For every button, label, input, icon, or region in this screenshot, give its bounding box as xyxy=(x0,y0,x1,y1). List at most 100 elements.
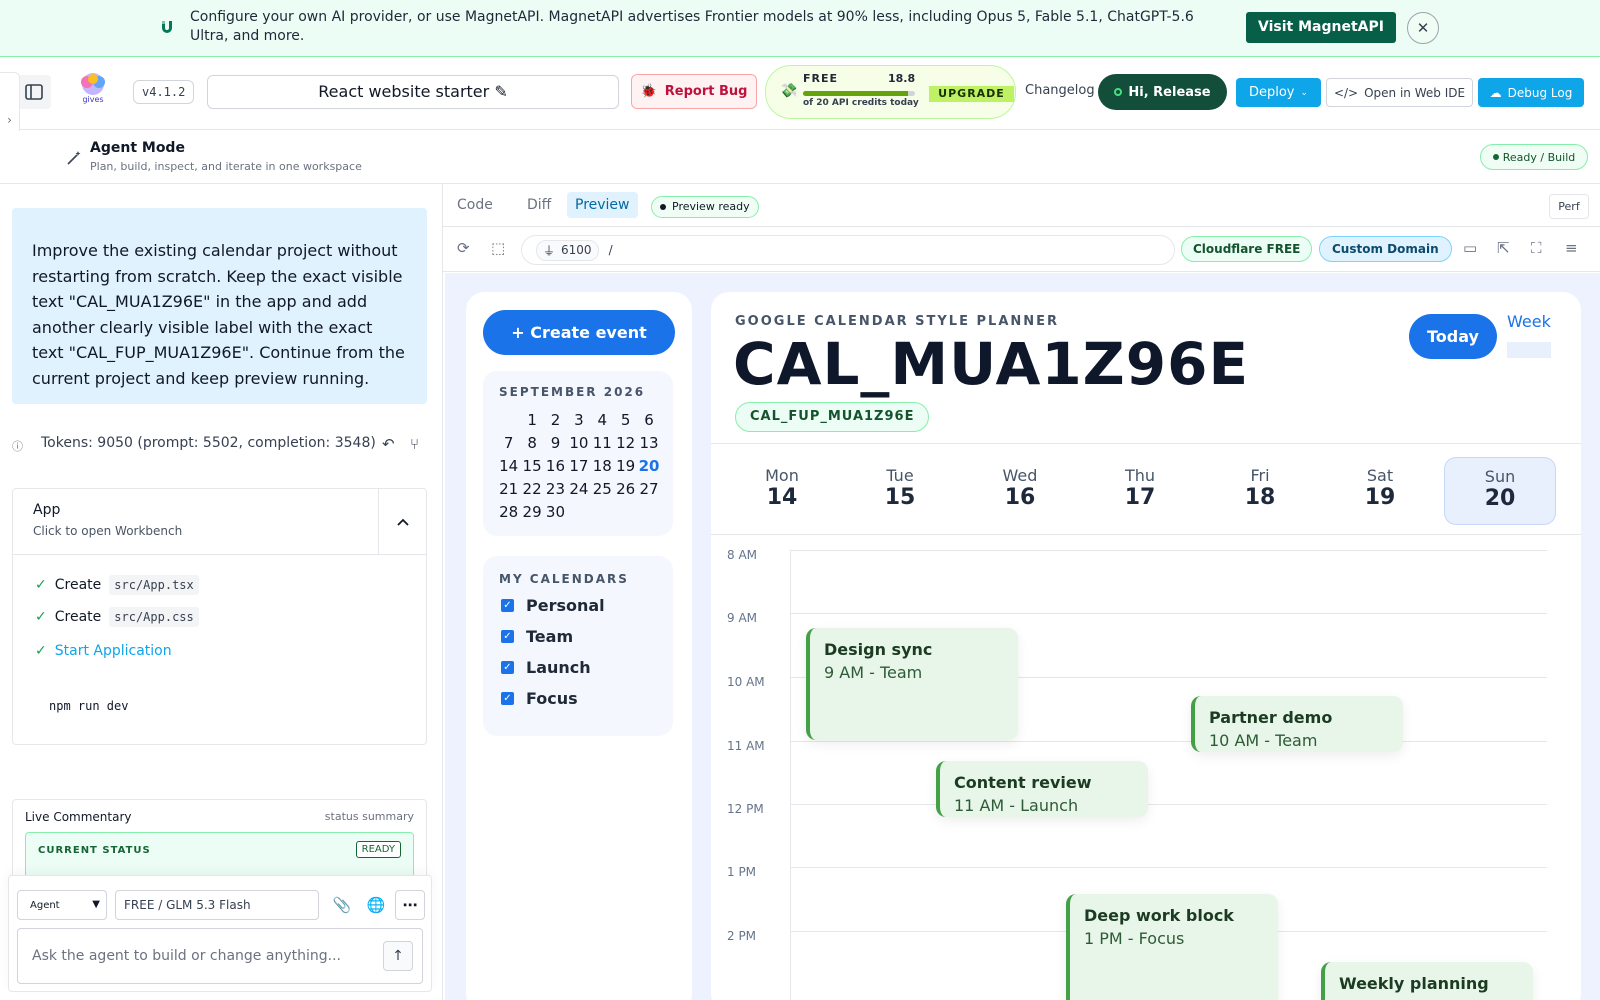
project-name[interactable]: React website starter ✎ xyxy=(207,75,619,109)
perf-button[interactable]: Perf xyxy=(1549,194,1589,219)
close-icon[interactable]: ✕ xyxy=(1407,12,1439,44)
tab-code[interactable]: Code xyxy=(449,192,501,218)
mini-calendar-day[interactable]: 12 xyxy=(614,432,637,455)
calendar-item-label: Focus xyxy=(526,689,578,708)
day-wed[interactable]: Wed 16 xyxy=(965,457,1075,525)
mini-calendar-day[interactable]: 14 xyxy=(497,455,520,478)
day-thu[interactable]: Thu 17 xyxy=(1085,457,1195,525)
mode-select[interactable]: Agent ▼ xyxy=(17,890,107,920)
mini-calendar-day[interactable]: 15 xyxy=(520,455,543,478)
tab-diff[interactable]: Diff xyxy=(519,192,559,218)
mini-calendar-day[interactable]: 17 xyxy=(567,455,590,478)
reload-icon[interactable]: ⟳ xyxy=(457,239,470,257)
event-card[interactable]: Design sync 9 AM - Team xyxy=(806,628,1018,740)
menu-icon[interactable]: ≡ xyxy=(1565,239,1578,257)
mini-calendar-day[interactable]: 6 xyxy=(637,409,660,432)
checkbox-icon[interactable]: ✓ xyxy=(501,630,514,643)
tab-preview[interactable]: Preview xyxy=(567,192,638,218)
select-area-icon[interactable]: ⬚ xyxy=(491,239,505,257)
day-name: Mon xyxy=(765,466,799,485)
event-card[interactable]: Content review 11 AM - Launch xyxy=(936,761,1148,817)
step-start-application[interactable]: ✓ Start Application xyxy=(35,643,172,659)
mini-calendar-day[interactable]: 29 xyxy=(520,501,543,524)
mini-calendar-day[interactable]: 28 xyxy=(497,501,520,524)
checkbox-icon[interactable]: ✓ xyxy=(501,661,514,674)
changelog-link[interactable]: Changelog xyxy=(1025,83,1095,98)
week-days-header: Mon 14 Tue 15 Wed 16 Thu 17 Fri 18 Sat 19 Sun 2… xyxy=(711,443,1581,535)
mini-calendar-day[interactable]: 27 xyxy=(637,478,660,501)
mini-calendar-day[interactable]: 22 xyxy=(520,478,543,501)
app-artifact-card: App Click to open Workbench ✓ Create src/A… xyxy=(12,488,427,745)
mini-calendar: SEPTEMBER 2026 1 2 3 4 5 6 7 8 9 10 11 12 13 14 15 16 17… xyxy=(483,371,673,536)
more-icon[interactable]: ⋯ xyxy=(395,890,425,920)
mini-calendar-day[interactable]: 11 xyxy=(591,432,614,455)
chevron-up-icon[interactable] xyxy=(378,489,426,555)
mini-calendar-day[interactable]: 8 xyxy=(520,432,543,455)
create-event-button[interactable]: + Create event xyxy=(483,310,675,355)
checkbox-icon[interactable]: ✓ xyxy=(501,692,514,705)
model-select[interactable]: FREE / GLM 5.3 Flash xyxy=(115,890,319,920)
event-card[interactable]: Weekly planning xyxy=(1321,962,1533,1000)
custom-domain-button[interactable]: Custom Domain xyxy=(1319,236,1452,262)
calendar-item-launch[interactable]: ✓ Launch xyxy=(501,658,591,677)
port-badge[interactable]: ⏚ 6100 xyxy=(536,239,599,261)
mini-calendar-day[interactable]: 3 xyxy=(567,409,590,432)
mini-calendar-day[interactable]: 2 xyxy=(544,409,567,432)
mini-calendar-day[interactable]: 7 xyxy=(497,432,520,455)
visit-magnetapi-button[interactable]: Visit MagnetAPI xyxy=(1246,12,1396,43)
fullscreen-icon[interactable]: ⛶ xyxy=(1531,239,1542,257)
mini-calendar-day[interactable]: 16 xyxy=(544,455,567,478)
send-icon[interactable]: ↑ xyxy=(383,941,413,971)
app-card-header[interactable]: App Click to open Workbench xyxy=(13,489,426,555)
calendar-item-personal[interactable]: ✓ Personal xyxy=(501,596,605,615)
user-menu-button[interactable]: Hi, Release xyxy=(1098,74,1227,110)
mode-select-value: Agent xyxy=(30,900,60,911)
mini-calendar-day[interactable]: 24 xyxy=(567,478,590,501)
mini-calendar-day[interactable]: 10 xyxy=(567,432,590,455)
upgrade-button[interactable]: UPGRADE xyxy=(929,86,1014,102)
event-card[interactable]: Partner demo 10 AM - Team xyxy=(1191,696,1403,752)
calendar-item-label: Team xyxy=(526,627,574,646)
cloudflare-badge[interactable]: Cloudflare FREE xyxy=(1181,236,1313,262)
chevron-down-icon: ⌄ xyxy=(1300,87,1309,98)
open-web-ide-button[interactable]: </> Open in Web IDE xyxy=(1326,78,1473,107)
mini-calendar-day[interactable]: 13 xyxy=(637,432,660,455)
mini-calendar-day[interactable]: 26 xyxy=(614,478,637,501)
day-fri[interactable]: Fri 18 xyxy=(1205,457,1315,525)
deploy-button[interactable]: Deploy ⌄ xyxy=(1236,78,1321,107)
globe-icon[interactable]: 🌐 xyxy=(361,890,391,920)
day-mon[interactable]: Mon 14 xyxy=(727,457,837,525)
mini-calendar-day[interactable]: 20 xyxy=(637,455,660,478)
mini-calendar-day[interactable]: 4 xyxy=(591,409,614,432)
undo-icon[interactable]: ↶ xyxy=(382,435,395,453)
debug-log-button[interactable]: ☁ Debug Log xyxy=(1478,78,1584,107)
today-button[interactable]: Today xyxy=(1409,314,1497,359)
mini-calendar-day[interactable]: 18 xyxy=(591,455,614,478)
checkbox-icon[interactable]: ✓ xyxy=(501,599,514,612)
day-sun[interactable]: Sun 20 xyxy=(1444,457,1556,525)
credits-widget[interactable]: 💸 FREE 18.8 of 20 API credits today UPGR… xyxy=(765,65,1016,119)
day-tue[interactable]: Tue 15 xyxy=(845,457,955,525)
mini-calendar-day[interactable]: 23 xyxy=(544,478,567,501)
mini-calendar-day[interactable]: 25 xyxy=(591,478,614,501)
mini-calendar-day[interactable]: 9 xyxy=(544,432,567,455)
report-bug-button[interactable]: 🐞 Report Bug xyxy=(631,74,757,109)
fork-icon[interactable]: ⑂ xyxy=(410,435,419,453)
url-field[interactable]: ⏚ 6100 / xyxy=(521,235,1175,265)
mini-calendar-day[interactable]: 5 xyxy=(614,409,637,432)
mini-calendar-day[interactable]: 19 xyxy=(614,455,637,478)
calendar-item-focus[interactable]: ✓ Focus xyxy=(501,689,578,708)
devices-icon[interactable]: ▭ xyxy=(1463,239,1477,257)
event-card[interactable]: Deep work block 1 PM - Focus xyxy=(1066,894,1278,1000)
mini-calendar-day[interactable]: 1 xyxy=(520,409,543,432)
attach-icon[interactable]: 📎 xyxy=(327,890,357,920)
mini-calendar-day[interactable]: 21 xyxy=(497,478,520,501)
mini-calendar-day[interactable]: 30 xyxy=(544,501,567,524)
hour-label: 8 AM xyxy=(727,548,758,562)
chat-input[interactable]: Ask the agent to build or change anythin… xyxy=(17,928,423,984)
sidebar-toggle-icon[interactable] xyxy=(17,75,51,109)
week-button[interactable]: Week xyxy=(1507,312,1551,358)
calendar-item-team[interactable]: ✓ Team xyxy=(501,627,573,646)
pointer-icon[interactable]: ⇱ xyxy=(1497,239,1510,257)
day-sat[interactable]: Sat 19 xyxy=(1325,457,1435,525)
